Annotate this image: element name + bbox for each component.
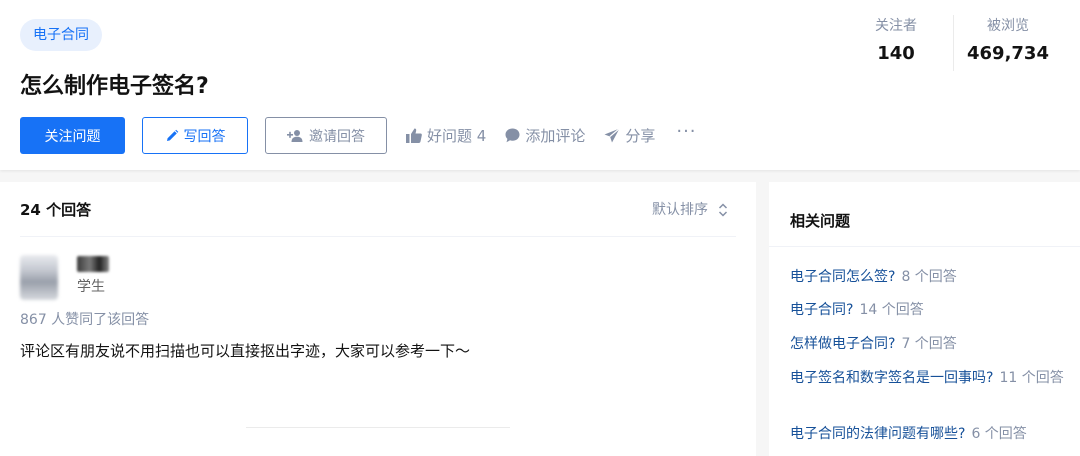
answer-divider <box>246 427 510 428</box>
follow-question-button[interactable]: 关注问题 <box>20 117 125 154</box>
good-question-button[interactable]: 好问题 4 <box>406 117 486 154</box>
sort-dropdown[interactable]: 默认排序 <box>652 198 728 222</box>
author-bio: 学生 <box>77 279 105 295</box>
related-answer-count: 14 个回答 <box>859 302 924 318</box>
views-count: 469,734 <box>967 43 1049 64</box>
stats-divider <box>953 15 954 71</box>
followers-stat[interactable]: 关注者 140 <box>851 15 941 71</box>
paper-plane-icon <box>604 128 621 143</box>
add-comment-label: 添加评论 <box>525 127 586 145</box>
question-actions: 关注问题 写回答 邀请回答 好问题 4 添加评论 分享 ··· <box>20 117 697 154</box>
views-label: 被浏览 <box>987 18 1029 34</box>
related-questions-panel: 相关问题 电子合同怎么签? 8 个回答 电子合同? 14 个回答 怎样做电子合同? 7… <box>769 182 1080 456</box>
related-question-link[interactable]: 电子合同? <box>790 302 853 318</box>
write-answer-label: 写回答 <box>183 128 226 145</box>
related-question-item[interactable]: 电子合同? 14 个回答 <box>790 299 1068 322</box>
related-question-link[interactable]: 电子合同怎么签? <box>790 269 895 285</box>
comment-icon <box>505 128 520 143</box>
author-avatar[interactable] <box>20 255 58 300</box>
add-comment-button[interactable]: 添加评论 <box>505 117 585 154</box>
related-header: 相关问题 <box>769 182 1080 247</box>
invite-answer-label: 邀请回答 <box>309 128 365 145</box>
related-answer-count: 8 个回答 <box>901 269 957 285</box>
related-question-link[interactable]: 怎样做电子合同? <box>790 336 895 352</box>
author-name-redacted[interactable] <box>77 256 109 272</box>
related-answer-count: 11 个回答 <box>999 370 1064 386</box>
thumbs-up-icon <box>406 128 422 143</box>
answer-content[interactable]: 评论区有朋友说不用扫描也可以直接抠出字迹，大家可以参考一下～ <box>20 339 470 363</box>
sort-label: 默认排序 <box>652 202 708 218</box>
answers-header: 24 个回答 默认排序 <box>20 182 736 237</box>
views-stat: 被浏览 469,734 <box>960 15 1056 71</box>
related-question-link[interactable]: 电子合同的法律问题有哪些? <box>790 426 965 442</box>
good-question-label: 好问题 4 <box>427 127 487 145</box>
related-question-item[interactable]: 电子合同怎么签? 8 个回答 <box>790 266 1068 289</box>
related-question-item[interactable]: 怎样做电子合同? 7 个回答 <box>790 333 1068 356</box>
more-options-icon[interactable]: ··· <box>676 117 696 154</box>
question-header: 电子合同 怎么制作电子签名? 关注问题 写回答 邀请回答 好问题 4 添加评论 … <box>0 0 1080 170</box>
question-title: 怎么制作电子签名? <box>20 74 209 99</box>
related-answer-count: 7 个回答 <box>901 336 957 352</box>
related-question-item[interactable]: 电子签名和数字签名是一回事吗? 11 个回答 <box>790 367 1068 390</box>
answer-count: 24 个回答 <box>20 201 92 219</box>
followers-count: 140 <box>877 43 915 64</box>
related-question-link[interactable]: 电子签名和数字签名是一回事吗? <box>790 370 993 386</box>
invite-answer-button[interactable]: 邀请回答 <box>265 117 387 154</box>
pencil-icon <box>166 129 178 141</box>
related-question-item[interactable]: 电子合同的法律问题有哪些? 6 个回答 <box>790 423 1068 446</box>
add-user-icon <box>287 129 303 142</box>
write-answer-button[interactable]: 写回答 <box>142 117 248 154</box>
share-label: 分享 <box>625 127 656 145</box>
topic-tag[interactable]: 电子合同 <box>20 19 102 51</box>
followers-label: 关注者 <box>875 18 917 34</box>
vote-count: 867 人赞同了该回答 <box>20 312 150 328</box>
related-answer-count: 6 个回答 <box>971 426 1027 442</box>
related-title: 相关问题 <box>790 212 851 230</box>
sort-chevrons-icon <box>718 203 728 217</box>
question-stats: 关注者 140 被浏览 469,734 <box>851 15 1056 71</box>
share-button[interactable]: 分享 <box>604 117 655 154</box>
